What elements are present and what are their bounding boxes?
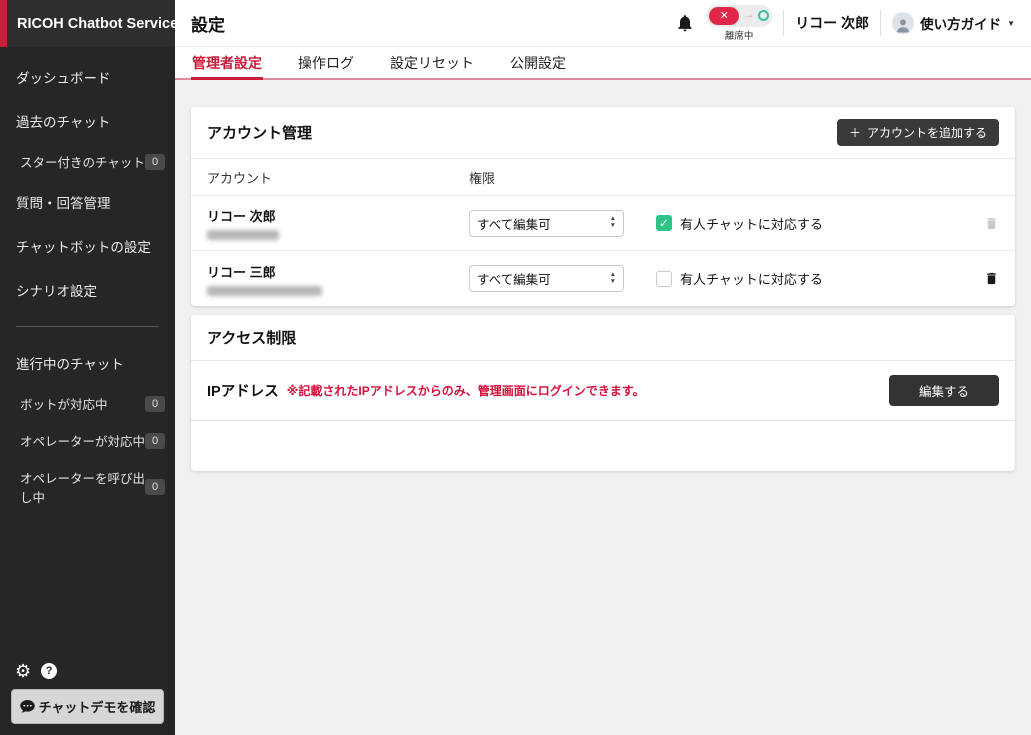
sidebar-item-label: オペレーターが対応中 <box>20 431 145 450</box>
sidebar-divider <box>16 326 159 327</box>
chat-demo-button[interactable]: チャットデモを確認 <box>11 689 164 724</box>
account-email-redacted <box>207 286 322 296</box>
operator-calling-count-badge: 0 <box>145 479 165 495</box>
sidebar: RICOH Chatbot Service ダッシュボード 過去のチャット スタ… <box>0 0 175 735</box>
select-stepper-icon: ▲▼ <box>610 216 616 230</box>
speech-bubble-icon <box>20 700 35 713</box>
account-name: リコー 次郎 <box>207 206 469 225</box>
sidebar-item-label: ボットが対応中 <box>20 394 108 413</box>
account-management-card: アカウント管理 ＋ アカウントを追加する アカウント 権限 リコー 次郎 <box>191 107 1015 306</box>
app-window: RICOH Chatbot Service ダッシュボード 過去のチャット スタ… <box>0 0 1031 735</box>
status-label: 離席中 <box>725 28 754 42</box>
access-card-empty-space <box>191 421 1015 471</box>
account-name: リコー 三郎 <box>207 262 469 281</box>
access-card-title: アクセス制限 <box>207 327 296 348</box>
sidebar-bottom: ⚙ ? チャットデモを確認 <box>0 652 175 735</box>
table-row: リコー 次郎 すべて編集可 ▲▼ ✓ 有人チャットに対応する <box>191 196 1015 251</box>
sidebar-item-dashboard[interactable]: ダッシュボード <box>0 55 175 99</box>
presence-status-toggle[interactable]: ✕ → 離席中 <box>706 5 772 42</box>
tab-operation-log[interactable]: 操作ログ <box>297 47 355 80</box>
permission-select-value: すべて編集可 <box>477 269 551 288</box>
account-table-header: アカウント 権限 <box>191 159 1015 196</box>
avatar <box>892 12 914 34</box>
topbar: 設定 ✕ → 離席中 リコー 次郎 <box>175 0 1031 47</box>
topbar-divider <box>880 10 881 36</box>
select-stepper-icon: ▲▼ <box>610 272 616 286</box>
sidebar-item-operator-calling[interactable]: オペレーターを呼び出し中 0 <box>0 459 175 515</box>
column-permission: 権限 <box>469 168 656 187</box>
account-email-redacted <box>207 230 279 240</box>
sidebar-item-operator-handling[interactable]: オペレーターが対応中 0 <box>0 422 175 459</box>
delete-account-icon[interactable] <box>984 270 999 287</box>
sidebar-item-ongoing-chats[interactable]: 進行中のチャット <box>0 341 175 385</box>
tab-public-settings[interactable]: 公開設定 <box>509 47 567 80</box>
page-title: 設定 <box>191 11 225 36</box>
help-icon[interactable]: ? <box>41 663 57 679</box>
settings-tabbar: 管理者設定 操作ログ 設定リセット 公開設定 <box>175 47 1031 80</box>
ip-address-note: ※記載されたIPアドレスからのみ、管理画面にログインできます。 <box>287 382 645 399</box>
add-account-button[interactable]: ＋ アカウントを追加する <box>837 119 999 146</box>
sidebar-item-scenario-settings[interactable]: シナリオ設定 <box>0 268 175 312</box>
starred-count-badge: 0 <box>145 154 165 170</box>
delete-account-icon[interactable] <box>984 215 999 232</box>
status-arrow-icon: → <box>743 10 754 21</box>
main-area: 設定 ✕ → 離席中 リコー 次郎 <box>175 0 1031 735</box>
sidebar-item-chatbot-settings[interactable]: チャットボットの設定 <box>0 224 175 268</box>
guide-menu[interactable]: 使い方ガイド ▼ <box>892 12 1015 34</box>
sidebar-item-past-chats[interactable]: 過去のチャット <box>0 99 175 143</box>
user-name: リコー 次郎 <box>795 13 869 33</box>
permission-select[interactable]: すべて編集可 ▲▼ <box>469 210 624 237</box>
tab-settings-reset[interactable]: 設定リセット <box>389 47 475 80</box>
table-row: リコー 三郎 すべて編集可 ▲▼ 有人チャットに対応する <box>191 251 1015 306</box>
permission-select[interactable]: すべて編集可 ▲▼ <box>469 265 624 292</box>
access-restriction-card: アクセス制限 IPアドレス ※記載されたIPアドレスからのみ、管理画面にログイン… <box>191 315 1015 471</box>
edit-ip-button[interactable]: 編集する <box>889 375 999 406</box>
attended-chat-checkbox[interactable]: ✓ <box>656 215 672 231</box>
gear-icon[interactable]: ⚙ <box>15 662 31 680</box>
sidebar-nav: ダッシュボード 過去のチャット スター付きのチャット 0 質問・回答管理 チャッ… <box>0 47 175 515</box>
guide-label: 使い方ガイド <box>920 13 1001 33</box>
add-account-button-label: アカウントを追加する <box>867 124 987 141</box>
chat-demo-button-label: チャットデモを確認 <box>39 697 156 716</box>
bot-handling-count-badge: 0 <box>145 396 165 412</box>
ip-address-label: IPアドレス <box>207 380 279 401</box>
ip-address-row: IPアドレス ※記載されたIPアドレスからのみ、管理画面にログインできます。 編… <box>191 361 1015 421</box>
topbar-divider <box>783 10 784 36</box>
column-account: アカウント <box>207 168 469 187</box>
account-card-title: アカウント管理 <box>207 122 312 143</box>
operator-handling-count-badge: 0 <box>145 433 165 449</box>
permission-select-value: すべて編集可 <box>477 214 551 233</box>
sidebar-item-qa-management[interactable]: 質問・回答管理 <box>0 180 175 224</box>
status-away-icon: ✕ <box>709 7 739 25</box>
tab-admin-settings[interactable]: 管理者設定 <box>191 47 263 80</box>
sidebar-item-label: オペレーターを呼び出し中 <box>20 468 145 506</box>
plus-icon: ＋ <box>849 124 861 141</box>
notification-bell-icon[interactable] <box>675 12 695 34</box>
content-area: アカウント管理 ＋ アカウントを追加する アカウント 権限 リコー 次郎 <box>175 80 1031 735</box>
brand-title: RICOH Chatbot Service <box>0 0 175 47</box>
attended-chat-checkbox[interactable] <box>656 271 672 287</box>
sidebar-item-starred-chats[interactable]: スター付きのチャット 0 <box>0 143 175 180</box>
chevron-down-icon: ▼ <box>1007 19 1015 28</box>
status-available-icon <box>758 10 769 21</box>
sidebar-item-label: スター付きのチャット <box>20 152 145 171</box>
attended-chat-label: 有人チャットに対応する <box>680 214 823 233</box>
attended-chat-label: 有人チャットに対応する <box>680 269 823 288</box>
sidebar-item-bot-handling[interactable]: ボットが対応中 0 <box>0 385 175 422</box>
